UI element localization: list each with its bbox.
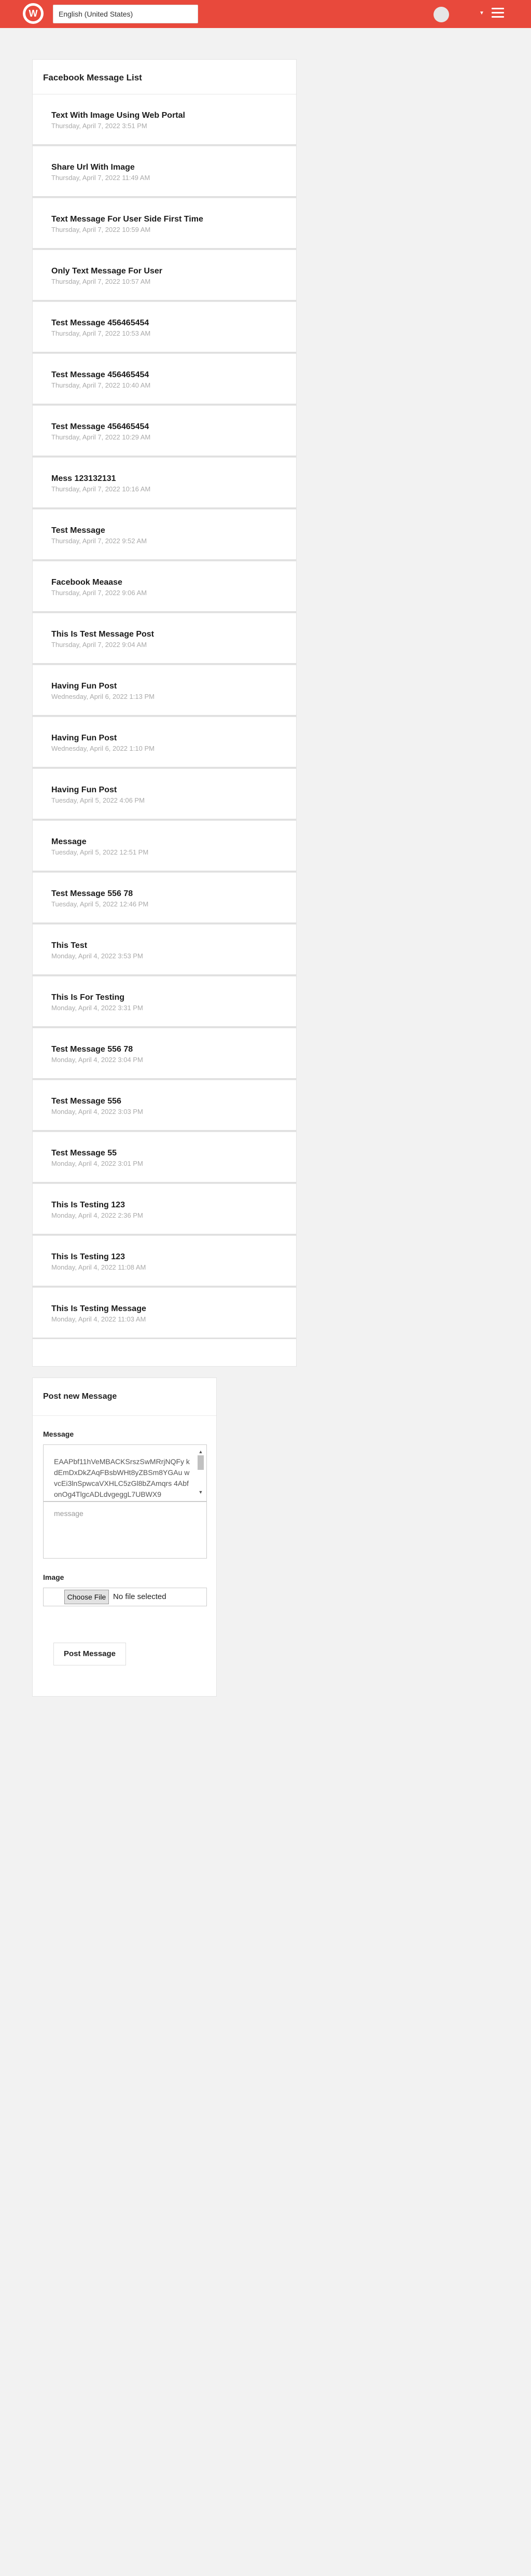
message-title: Only Text Message For User xyxy=(51,267,162,275)
message-textarea[interactable]: message xyxy=(43,1501,207,1559)
message-list-panel: Facebook Message List Text With Image Us… xyxy=(32,59,297,1367)
top-navbar: W English (United States) ▼ xyxy=(0,0,531,28)
message-title: Test Message 456465454 xyxy=(51,319,149,327)
chevron-down-icon[interactable]: ▼ xyxy=(479,10,484,16)
post-message-title: Post new Message xyxy=(33,1378,216,1416)
message-title: Test Message 55 xyxy=(51,1149,117,1158)
message-title: This Is Testing 123 xyxy=(51,1201,125,1209)
message-date: Thursday, April 7, 2022 9:04 AM xyxy=(51,641,147,649)
message-title: Having Fun Post xyxy=(51,682,117,691)
logo-letter: W xyxy=(25,6,41,21)
message-date: Thursday, April 7, 2022 10:29 AM xyxy=(51,433,151,441)
access-token-textarea[interactable]: EAAPbf11hVeMBACKSrszSwMRrjNQFy kdEmDxDkZ… xyxy=(43,1444,207,1501)
message-list-item[interactable]: Test Message Thursday, April 7, 2022 9:52… xyxy=(33,509,296,561)
message-list-title: Facebook Message List xyxy=(43,73,142,82)
message-date: Thursday, April 7, 2022 10:53 AM xyxy=(51,329,151,337)
message-title: Share Url With Image xyxy=(51,163,135,172)
message-date: Wednesday, April 6, 2022 1:13 PM xyxy=(51,693,155,700)
message-list-item[interactable]: Test Message 456465454 Thursday, April 7,… xyxy=(33,301,296,353)
message-title: Message xyxy=(51,837,87,846)
message-title: This Is For Testing xyxy=(51,993,125,1002)
message-title: Having Fun Post xyxy=(51,786,117,794)
message-list-item[interactable]: Having Fun Post Tuesday, April 5, 2022 4:… xyxy=(33,768,296,820)
message-title: Text With Image Using Web Portal xyxy=(51,111,185,120)
message-list-item[interactable]: Text Message For User Side First Time Thu… xyxy=(33,198,296,250)
message-list-item[interactable]: Share Url With Image Thursday, April 7, 2… xyxy=(33,146,296,198)
message-title: Test Message 556 78 xyxy=(51,889,133,898)
app-logo[interactable]: W xyxy=(23,3,44,24)
message-list-item[interactable]: Test Message 55 Monday, April 4, 2022 3:0… xyxy=(33,1132,296,1183)
message-list-item[interactable]: Test Message 456465454 Thursday, April 7,… xyxy=(33,405,296,457)
message-date: Thursday, April 7, 2022 10:59 AM xyxy=(51,226,151,233)
scroll-up-icon[interactable]: ▲ xyxy=(197,1449,204,1454)
message-date: Wednesday, April 6, 2022 1:10 PM xyxy=(51,745,155,752)
message-list-item[interactable]: Test Message 556 Monday, April 4, 2022 3:… xyxy=(33,1080,296,1132)
message-date: Monday, April 4, 2022 3:04 PM xyxy=(51,1056,143,1064)
user-avatar[interactable] xyxy=(434,7,449,22)
message-list-item[interactable]: This Is Testing Message Monday, April 4, … xyxy=(33,1287,296,1339)
textarea-scrollbar[interactable]: ▲ ▼ xyxy=(197,1449,204,1495)
message-date: Thursday, April 7, 2022 10:16 AM xyxy=(51,485,151,493)
hamburger-menu-icon[interactable] xyxy=(492,8,504,19)
message-title: This Test xyxy=(51,941,88,950)
message-list-item[interactable]: This Is Test Message Post Thursday, April… xyxy=(33,613,296,665)
file-status-text: No file selected xyxy=(113,1592,166,1601)
message-title: This Is Testing Message xyxy=(51,1304,146,1313)
message-list-item[interactable]: Facebook Meaase Thursday, April 7, 2022 9… xyxy=(33,561,296,613)
message-title: Mess 123132131 xyxy=(51,474,116,483)
message-date: Monday, April 4, 2022 3:03 PM xyxy=(51,1108,143,1115)
message-list-item[interactable]: Text With Image Using Web Portal Thursday… xyxy=(33,94,296,146)
image-label: Image xyxy=(43,1573,64,1581)
message-title: Test Message xyxy=(51,526,105,535)
message-date: Thursday, April 7, 2022 10:40 AM xyxy=(51,381,151,389)
message-list-item[interactable]: Having Fun Post Wednesday, April 6, 2022 … xyxy=(33,665,296,717)
message-list-item[interactable]: This Is Testing 123 Monday, April 4, 2022… xyxy=(33,1235,296,1287)
language-select[interactable]: English (United States) xyxy=(53,5,198,23)
message-date: Thursday, April 7, 2022 10:57 AM xyxy=(51,278,151,285)
message-date: Thursday, April 7, 2022 11:49 AM xyxy=(51,174,150,182)
message-list-item[interactable]: This Is For Testing Monday, April 4, 2022… xyxy=(33,976,296,1028)
message-date: Tuesday, April 5, 2022 12:51 PM xyxy=(51,848,149,856)
image-file-input[interactable]: Choose File No file selected xyxy=(43,1588,207,1606)
message-title: Text Message For User Side First Time xyxy=(51,215,203,224)
message-date: Monday, April 4, 2022 3:31 PM xyxy=(51,1004,143,1012)
message-title: Test Message 556 78 xyxy=(51,1045,133,1054)
message-list-item[interactable]: This Test Monday, April 4, 2022 3:53 PM xyxy=(33,924,296,976)
message-date: Thursday, April 7, 2022 9:06 AM xyxy=(51,589,147,597)
message-title: Test Message 456465454 xyxy=(51,370,149,379)
choose-file-button[interactable]: Choose File xyxy=(64,1590,109,1604)
message-title: This Is Testing 123 xyxy=(51,1252,125,1261)
message-date: Tuesday, April 5, 2022 4:06 PM xyxy=(51,796,145,804)
message-date: Thursday, April 7, 2022 9:52 AM xyxy=(51,537,147,545)
message-title: This Is Test Message Post xyxy=(51,630,154,639)
message-list: Text With Image Using Web Portal Thursday… xyxy=(33,94,296,1339)
message-title: Test Message 456465454 xyxy=(51,422,149,431)
message-date: Monday, April 4, 2022 11:03 AM xyxy=(51,1315,146,1323)
post-message-panel: Post new Message Message EAAPbf11hVeMBAC… xyxy=(32,1377,217,1697)
message-list-item[interactable]: Test Message 456465454 Thursday, April 7,… xyxy=(33,353,296,405)
message-date: Thursday, April 7, 2022 3:51 PM xyxy=(51,122,147,130)
message-list-item[interactable]: Only Text Message For User Thursday, Apri… xyxy=(33,250,296,301)
message-date: Monday, April 4, 2022 3:01 PM xyxy=(51,1160,143,1167)
message-date: Monday, April 4, 2022 3:53 PM xyxy=(51,952,143,960)
access-token-text: EAAPbf11hVeMBACKSrszSwMRrjNQFy kdEmDxDkZ… xyxy=(54,1457,190,1498)
message-list-item[interactable]: Mess 123132131 Thursday, April 7, 2022 10… xyxy=(33,457,296,509)
message-title: Test Message 556 xyxy=(51,1097,121,1106)
scroll-thumb[interactable] xyxy=(198,1455,204,1470)
message-list-item[interactable]: Test Message 556 78 Tuesday, April 5, 202… xyxy=(33,872,296,924)
post-message-button[interactable]: Post Message xyxy=(53,1643,126,1665)
message-title: Facebook Meaase xyxy=(51,578,122,587)
message-list-item[interactable]: Message Tuesday, April 5, 2022 12:51 PM xyxy=(33,820,296,872)
message-list-item[interactable]: This Is Testing 123 Monday, April 4, 2022… xyxy=(33,1183,296,1235)
message-title: Having Fun Post xyxy=(51,734,117,742)
message-list-item[interactable]: Test Message 556 78 Monday, April 4, 2022… xyxy=(33,1028,296,1080)
message-date: Monday, April 4, 2022 11:08 AM xyxy=(51,1263,146,1271)
scroll-down-icon[interactable]: ▼ xyxy=(197,1490,204,1495)
message-date: Monday, April 4, 2022 2:36 PM xyxy=(51,1211,143,1219)
message-date: Tuesday, April 5, 2022 12:46 PM xyxy=(51,900,149,908)
message-label: Message xyxy=(43,1430,74,1438)
message-list-item[interactable]: Having Fun Post Wednesday, April 6, 2022 … xyxy=(33,717,296,768)
